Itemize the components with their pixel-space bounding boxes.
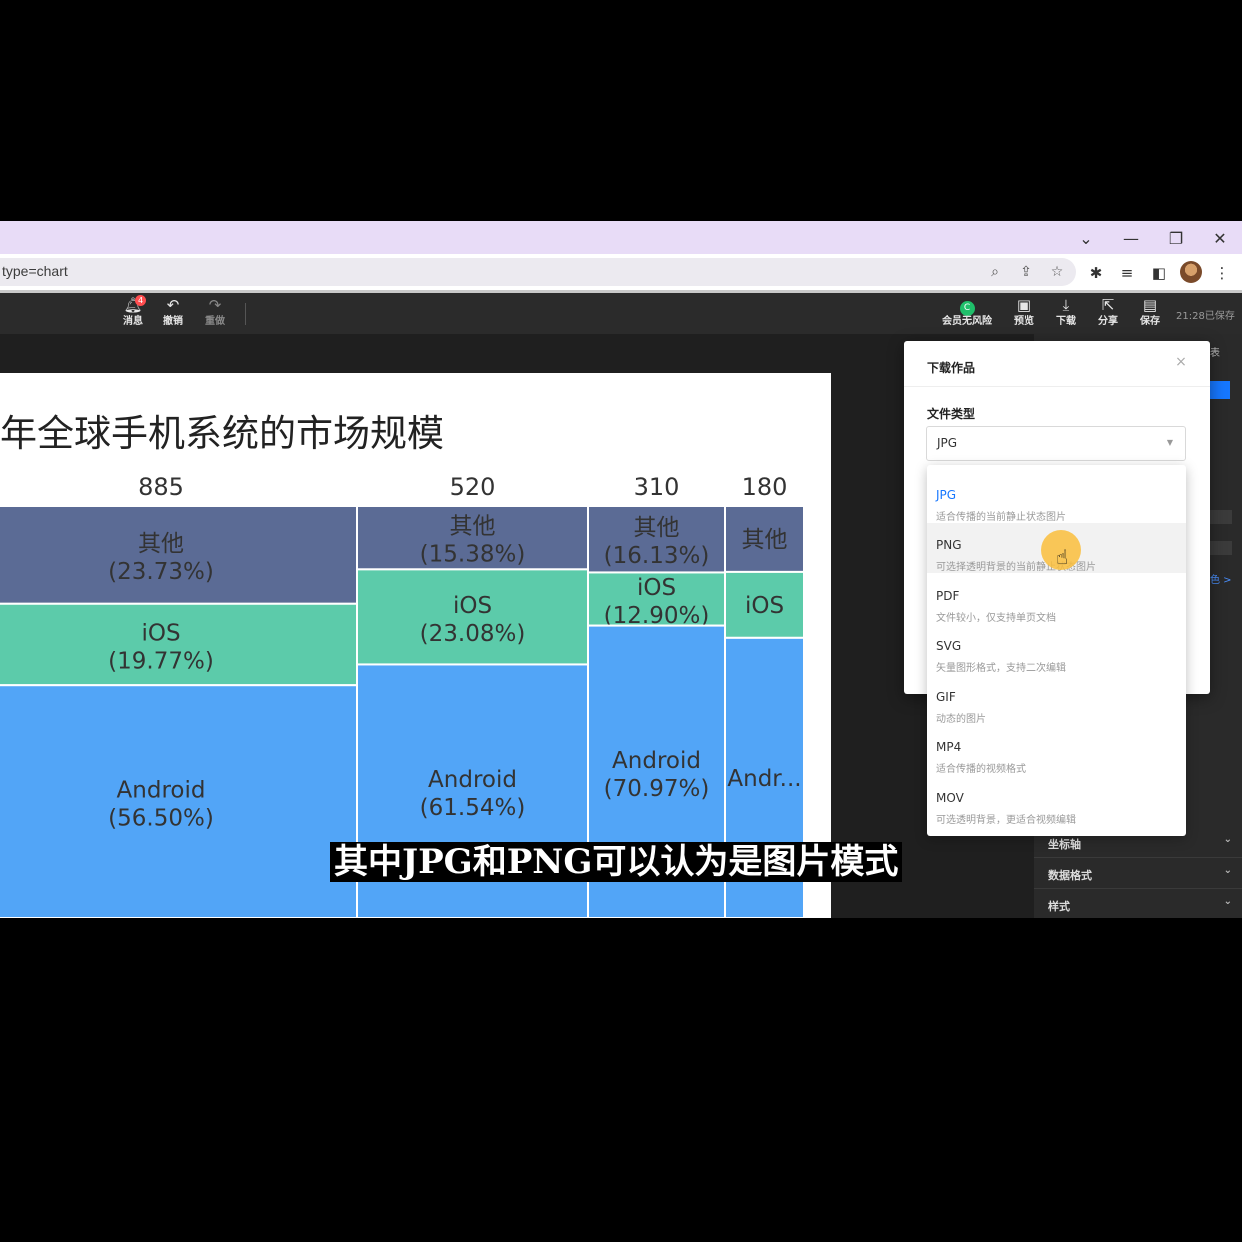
save-button[interactable]: ▤ 保存 xyxy=(1130,295,1170,329)
restore-icon[interactable]: ❐ xyxy=(1161,225,1191,251)
segment-name-label: Android xyxy=(612,748,701,774)
segment-percent-label: (56.50%) xyxy=(108,806,214,832)
panel-row-data-format[interactable]: 数据格式 ⌄ xyxy=(1034,858,1242,889)
preview-button[interactable]: ▣ 预览 xyxy=(1004,295,1044,329)
app-toolbar: 🔔︎ 4 消息 ↶ 撤销 ↷ 重做 C 会员无风险 ▣ 预览 ⤓ 下载 ⇱ 分享 xyxy=(0,290,1242,334)
panel-dropdown-stub[interactable] xyxy=(1208,510,1232,524)
undo-button[interactable]: ↶ 撤销 xyxy=(153,295,193,329)
panel-active-tab[interactable] xyxy=(1208,381,1230,399)
url-text: type=chart xyxy=(2,263,68,279)
segment-name-label: Android xyxy=(428,767,517,793)
side-panel-icon[interactable]: ◧ xyxy=(1148,262,1170,284)
zoom-icon[interactable]: ⌕ xyxy=(985,262,1005,282)
minimize-icon[interactable]: — xyxy=(1116,225,1146,251)
address-bar-row: type=chart ⌕ ⇪ ☆ ✱ ≡ ◧ ⋮ xyxy=(0,254,1242,290)
segment-name-label: 其他 xyxy=(634,515,680,541)
segment-percent-label: (70.97%) xyxy=(604,776,710,802)
segment-name-label: Andr... xyxy=(727,766,801,792)
chart-canvas[interactable]: 885 其他 (23.73%) iOS (19.77%) Android (56.50%) 5… xyxy=(0,373,831,918)
more-menu-icon[interactable]: ⋮ xyxy=(1211,262,1233,284)
close-icon[interactable]: × xyxy=(1174,355,1188,369)
filetype-dropdown: JPG 适合传播的当前静止状态图片 PNG 可选择透明背景的当前静止状态图片 P… xyxy=(927,465,1186,836)
share-button[interactable]: ⇱ 分享 xyxy=(1088,295,1128,329)
preview-icon: ▣ xyxy=(1016,296,1032,314)
segment-name-label: iOS xyxy=(637,575,676,601)
address-bar[interactable]: type=chart ⌕ ⇪ ☆ xyxy=(0,258,1076,286)
option-svg[interactable]: SVG 矢量图形格式，支持二次编辑 xyxy=(927,624,1186,674)
browser-title-bar: ⌄ — ❐ ✕ xyxy=(0,221,1242,254)
caret-down-icon: ▼ xyxy=(1166,438,1173,447)
redo-button[interactable]: ↷ 重做 xyxy=(195,295,235,329)
redo-icon: ↷ xyxy=(208,296,222,314)
bell-icon: 🔔︎ xyxy=(123,296,143,314)
saved-status: 21:28已保存 xyxy=(1176,311,1235,322)
message-count-badge: 4 xyxy=(135,295,146,306)
option-pdf[interactable]: PDF 文件较小，仅支持单页文档 xyxy=(927,574,1186,624)
column-total-label: 520 xyxy=(450,473,496,501)
close-window-icon[interactable]: ✕ xyxy=(1205,225,1235,251)
segment-name-label: Android xyxy=(117,778,206,804)
panel-input-stub[interactable] xyxy=(1208,541,1232,555)
toolbar-divider xyxy=(245,303,246,325)
chevron-down-icon[interactable]: ⌄ xyxy=(1071,225,1101,251)
segment-name-label: 其他 xyxy=(742,527,788,553)
segment-percent-label: (16.13%) xyxy=(604,543,710,569)
panel-row-style[interactable]: 样式 ⌄ xyxy=(1034,889,1242,918)
undo-icon: ↶ xyxy=(166,296,180,314)
column-total-label: 180 xyxy=(742,473,788,501)
column-total-label: 885 xyxy=(138,473,184,501)
option-gif[interactable]: GIF 动态的图片 xyxy=(927,675,1186,725)
segment-name-label: iOS xyxy=(141,620,180,646)
segment-percent-label: (19.77%) xyxy=(108,648,214,674)
vip-coin-icon: C xyxy=(959,301,975,316)
hand-cursor-icon: ☝ xyxy=(1056,545,1069,569)
dialog-divider xyxy=(904,386,1210,387)
bookmark-star-icon[interactable]: ☆ xyxy=(1047,262,1067,282)
filetype-select[interactable]: JPG ▼ xyxy=(926,426,1186,461)
vip-button[interactable]: C 会员无风险 xyxy=(938,295,996,329)
chevron-down-icon: ⌄ xyxy=(1223,834,1232,845)
profile-avatar[interactable] xyxy=(1180,261,1202,283)
messages-button[interactable]: 🔔︎ 4 消息 xyxy=(113,295,153,329)
segment-percent-label: (23.73%) xyxy=(108,559,214,585)
column-total-label: 310 xyxy=(634,473,680,501)
chevron-down-icon: ⌄ xyxy=(1223,865,1232,876)
video-subtitle: 其中JPG和PNG可以认为是图片模式 xyxy=(330,842,903,882)
reading-list-icon[interactable]: ≡ xyxy=(1116,262,1138,284)
chevron-down-icon: ⌄ xyxy=(1223,896,1232,907)
filetype-label: 文件类型 xyxy=(927,407,976,421)
panel-tab-label[interactable]: 表 xyxy=(1210,344,1220,359)
segment-percent-label: (61.54%) xyxy=(420,795,526,821)
share-icon: ⇱ xyxy=(1101,296,1115,314)
option-jpg[interactable]: JPG 适合传播的当前静止状态图片 xyxy=(927,473,1186,523)
dialog-title: 下载作品 xyxy=(927,361,976,375)
chart-title[interactable]: 年全球手机系统的市场规模 xyxy=(0,403,444,457)
share-page-icon[interactable]: ⇪ xyxy=(1016,262,1036,282)
save-icon: ▤ xyxy=(1142,296,1158,314)
extensions-puzzle-icon[interactable]: ✱ xyxy=(1085,262,1107,284)
segment-name-label: 其他 xyxy=(450,514,496,540)
option-mp4[interactable]: MP4 适合传播的视频格式 xyxy=(927,725,1186,775)
segment-percent-label: (23.08%) xyxy=(420,621,526,647)
segment-name-label: iOS xyxy=(453,593,492,619)
filetype-selected-value: JPG xyxy=(937,436,958,450)
segment-percent-label: (15.38%) xyxy=(420,542,526,568)
download-icon: ⤓ xyxy=(1062,296,1070,314)
panel-color-link[interactable]: 色 > xyxy=(1210,571,1232,586)
option-mov[interactable]: MOV 可选透明背景，更适合视频编辑 xyxy=(927,776,1186,826)
segment-name-label: iOS xyxy=(745,593,784,619)
download-button[interactable]: ⤓ 下载 xyxy=(1046,295,1086,329)
segment-name-label: 其他 xyxy=(138,531,184,557)
